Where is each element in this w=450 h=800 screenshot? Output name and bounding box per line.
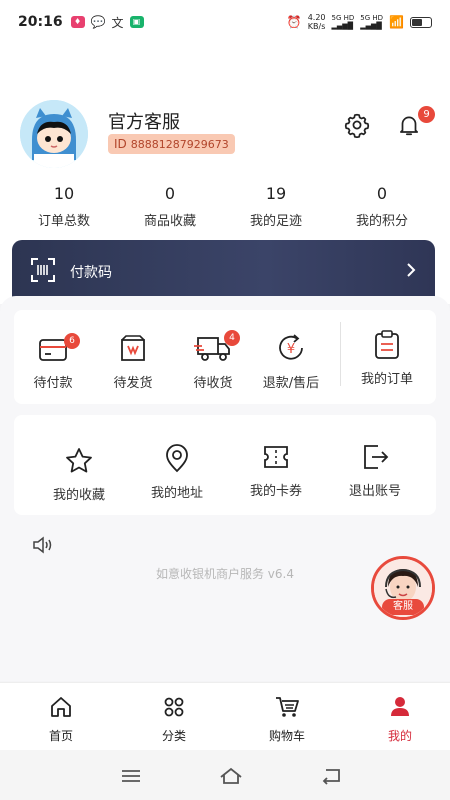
stat-value: 19 [265, 184, 287, 203]
stat-total-orders[interactable]: 10 订单总数 [14, 184, 114, 229]
app-notification-icon: ♦ [70, 16, 85, 28]
order-count-badge: 6 [64, 333, 80, 349]
order-pending-receipt[interactable]: 待收货 [170, 330, 256, 391]
gear-icon [344, 113, 370, 138]
net-speed-value: 4.20 [307, 13, 326, 22]
stats-row: 10 订单总数 0 商品收藏 19 我的足迹 0 我的积分 [0, 184, 450, 234]
order-label: 待付款 [33, 376, 73, 391]
order-label: 退款/售后 [262, 376, 320, 391]
stat-points[interactable]: 0 我的积分 [332, 184, 432, 229]
home-nav-button[interactable] [216, 766, 246, 786]
wechat-icon: 💬 [90, 15, 106, 29]
tool-label: 退出账号 [348, 484, 401, 499]
cart-icon [276, 697, 299, 717]
pay-code-label: 付款码 [70, 265, 112, 281]
stat-value: 0 [376, 184, 388, 203]
wifi-icon: 📶 [389, 15, 404, 29]
tab-category[interactable]: 分类 [134, 695, 214, 744]
user-id-badge: ID 88881287929673 [108, 134, 235, 154]
order-count-badge: 4 [224, 330, 240, 346]
home-icon [51, 697, 71, 717]
app-store-icon: ▣ [129, 16, 144, 28]
tool-logout[interactable]: 退出账号 [332, 438, 418, 499]
tab-cart[interactable]: 购物车 [247, 695, 327, 744]
stat-value: 0 [164, 184, 176, 203]
stat-label: 我的足迹 [249, 214, 302, 229]
sim2-label: 5G HD [360, 14, 384, 22]
location-pin-icon [166, 444, 188, 473]
menu-nav-button[interactable] [116, 766, 146, 786]
tab-label: 分类 [161, 729, 186, 743]
barcode-scan-icon [31, 258, 55, 282]
sim1-label: 5G HD [331, 14, 355, 22]
notification-count-badge: 9 [418, 106, 435, 123]
tool-label: 我的卡券 [249, 484, 302, 499]
user-id-value: 88881287929673 [130, 138, 229, 151]
order-label: 待收货 [193, 376, 233, 391]
tool-label: 我的地址 [150, 486, 203, 501]
tool-label: 我的收藏 [52, 488, 105, 503]
divider [340, 322, 341, 386]
stat-footprints[interactable]: 19 我的足迹 [226, 184, 326, 229]
speaker-icon[interactable] [32, 536, 54, 558]
tab-me[interactable]: 我的 [360, 695, 440, 744]
ticket-icon [264, 446, 288, 468]
menu-icon [122, 770, 140, 782]
chevron-right-icon [407, 263, 416, 277]
user-name: 官方客服 [108, 112, 180, 133]
clipboard-icon [375, 330, 399, 359]
order-pending-payment[interactable]: 待付款 [10, 330, 96, 391]
alarm-icon: ⏰ [286, 15, 302, 29]
avatar[interactable] [20, 100, 88, 168]
signal-bars-icon: ▂▄▆█ [360, 22, 382, 30]
signal-bars-icon: ▂▄▆█ [331, 22, 354, 30]
status-time: 20:16 [18, 14, 63, 30]
tool-my-favorites[interactable]: 我的收藏 [36, 442, 122, 503]
customer-service-label: 客服 [382, 599, 424, 615]
home-outline-icon [220, 767, 242, 784]
translate-icon: 文 [111, 15, 124, 30]
refund-icon: ¥ [279, 334, 303, 360]
order-label: 我的订单 [360, 372, 413, 387]
bottom-tab-bar: 首页 分类 购物车 我的 [0, 682, 450, 750]
grid-icon [164, 697, 184, 717]
stat-label: 商品收藏 [143, 214, 196, 229]
logout-icon [364, 445, 389, 469]
tab-label: 首页 [48, 729, 73, 743]
back-nav-button[interactable] [316, 766, 346, 786]
my-orders[interactable]: 我的订单 [344, 326, 430, 387]
pay-code-bar[interactable]: 付款码 [12, 240, 435, 302]
star-icon [66, 448, 92, 473]
settings-button[interactable] [342, 110, 372, 140]
tab-label: 我的 [387, 729, 412, 743]
status-bar: 20:16 ♦ 💬 文 ▣ ⏰ 4.20 KB/s 5G HD ▂▄▆█ 5G … [0, 0, 450, 44]
tool-my-address[interactable]: 我的地址 [134, 440, 220, 501]
user-icon [391, 697, 409, 716]
user-id-prefix: ID [114, 137, 127, 151]
customer-service-button[interactable]: 客服 [371, 556, 435, 620]
order-refund-aftersales[interactable]: ¥ 退款/售后 [248, 330, 334, 391]
tool-my-coupons[interactable]: 我的卡券 [233, 438, 319, 499]
back-icon [322, 769, 340, 785]
svg-text:¥: ¥ [287, 342, 295, 357]
system-nav-bar [0, 750, 450, 800]
stat-value: 10 [53, 184, 75, 203]
net-speed-unit: KB/s [307, 22, 326, 31]
tab-home[interactable]: 首页 [21, 695, 101, 744]
order-pending-shipment[interactable]: 待发货 [90, 330, 176, 391]
order-label: 待发货 [113, 376, 153, 391]
stat-label: 我的积分 [355, 214, 408, 229]
tab-label: 购物车 [268, 729, 305, 743]
package-icon [121, 335, 145, 361]
battery-icon [410, 16, 432, 28]
stat-label: 订单总数 [37, 214, 90, 229]
stat-favorites[interactable]: 0 商品收藏 [120, 184, 220, 229]
